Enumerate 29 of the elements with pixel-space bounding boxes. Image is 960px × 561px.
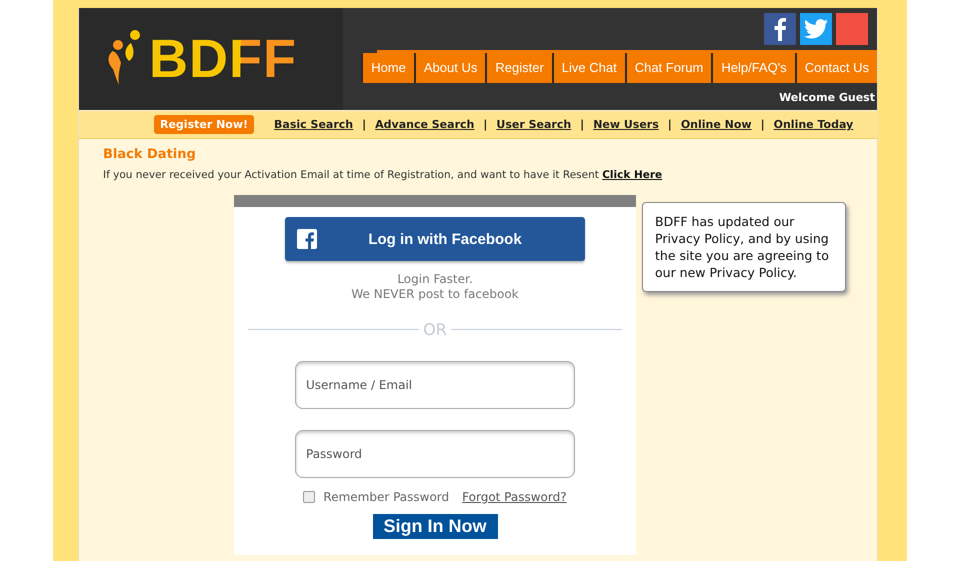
welcome-text: Welcome Guest [779,90,876,104]
facebook-login-button[interactable]: Log in with Facebook [285,217,585,261]
sub-nav-link[interactable]: New Users [593,118,659,131]
separator: | [483,118,488,131]
password-field[interactable]: Password [295,430,575,478]
remember-checkbox[interactable] [303,491,316,503]
separator: | [668,118,672,131]
facebook-icon[interactable] [764,13,796,45]
click-here-link[interactable]: Click Here [602,169,662,181]
activation-text: If you never received your Activation Email at time of Registration, and want to have it Resent Click Here [103,169,664,181]
separator: | [580,118,584,131]
facebook-note-text: We NEVER post to facebook [351,287,519,302]
sub-nav-link[interactable]: Basic Search [274,118,354,131]
sign-in-button[interactable]: Sign In Now [372,514,498,539]
facebook-icon [297,229,317,249]
sub-nav-link[interactable]: Online Now [680,118,752,131]
sub-nav-link[interactable]: Advance Search [375,118,474,131]
login-faster-text: Login Faster. [397,272,473,287]
separator: | [362,118,366,131]
sub-nav-link[interactable]: Online Today [774,118,854,131]
username-field[interactable]: Username / Email [295,361,575,409]
remember-label: Remember Password [323,490,450,504]
privacy-notice: BDFF has updated our Privacy Policy, and by using the site you are agreeing to our new Privacy Policy. [642,202,846,292]
forgot-password-link[interactable]: Forgot Password? [462,490,567,504]
page-heading: Black Dating [103,147,197,162]
or-divider-text: OR [423,320,447,339]
sub-nav-link[interactable]: User Search [496,118,572,131]
separator: | [760,118,765,131]
twitter-icon[interactable] [800,13,832,45]
